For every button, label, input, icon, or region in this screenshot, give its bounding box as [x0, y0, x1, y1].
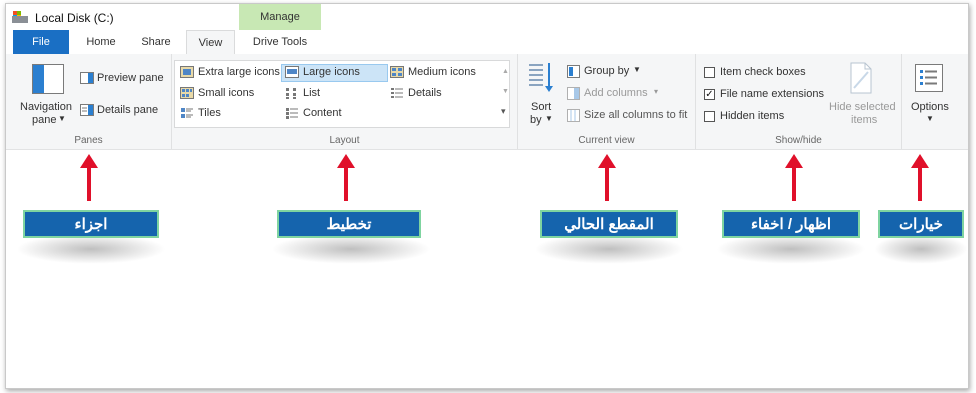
show-hide-group-label: Show/hide [775, 135, 822, 146]
arrow-shaft [605, 167, 609, 201]
arrow-shaft [918, 167, 922, 201]
size-columns-icon [567, 109, 580, 122]
chevron-down-icon: ▼ [633, 65, 641, 74]
preview-pane-icon [80, 72, 94, 84]
title-bar: Local Disk (C:) Manage [6, 4, 968, 33]
tab-file[interactable]: File [13, 30, 69, 54]
current-view-group-label: Current view [578, 135, 635, 146]
arrow-up-icon [911, 154, 929, 168]
preview-pane-label: Preview pane [97, 72, 164, 84]
tab-view[interactable]: View [186, 30, 235, 55]
large-icons-icon [285, 66, 299, 78]
navigation-pane-icon [32, 64, 64, 94]
hide-selected-icon [850, 62, 872, 94]
chevron-down-icon: ▼ [545, 114, 553, 123]
arrow-up-icon [785, 154, 803, 168]
extra-large-icons-label: Extra large icons [198, 66, 280, 78]
label-shadow [534, 234, 684, 264]
medium-icons-label: Medium icons [408, 66, 476, 78]
options-icon [915, 64, 943, 92]
gallery-expand-icon[interactable]: ▾ [501, 106, 506, 117]
arrow-up-icon [598, 154, 616, 168]
options-label: Options [911, 101, 949, 113]
sort-by-label-2: by [530, 114, 542, 126]
manage-context-header: Manage [239, 4, 321, 30]
group-by-label: Group by [584, 65, 630, 77]
panes-group: Navigation pane ▼ Preview pane Details p… [6, 54, 172, 149]
layout-gallery: Extra large icons Large icons Medium ico… [174, 60, 510, 128]
window-title: Local Disk (C:) [35, 11, 114, 25]
list-icon [286, 88, 296, 99]
layout-annotation-label: تخطيط [277, 210, 421, 238]
options-group: Options ▼ [902, 54, 968, 149]
label-shadow [874, 234, 968, 264]
hidden-items-label: Hidden items [720, 110, 785, 122]
hide-selected-label-2: items [851, 114, 878, 126]
arrow-shaft [792, 167, 796, 201]
explorer-window: Local Disk (C:) Manage File Home Share V… [5, 3, 969, 389]
item-check-boxes-checkbox[interactable] [704, 67, 715, 78]
ribbon: Navigation pane ▼ Preview pane Details p… [6, 54, 968, 150]
layout-group-label: Layout [329, 135, 360, 146]
tab-home[interactable]: Home [78, 30, 124, 54]
sort-by-label: Sort [531, 101, 552, 113]
panes-annotation-label: اجزاء [23, 210, 159, 238]
scroll-up-icon[interactable]: ▲ [502, 68, 509, 75]
small-icons-label: Small icons [198, 87, 255, 99]
details-label: Details [408, 87, 442, 99]
tiles-icon [181, 108, 193, 118]
details-icon [391, 88, 403, 98]
chevron-down-icon: ▾ [654, 87, 659, 96]
small-icons-icon [180, 87, 194, 99]
ribbon-tabs: File Home Share View Drive Tools [6, 30, 968, 55]
show-hide-group: Item check boxes ✓ File name extensions … [696, 54, 902, 149]
navigation-pane-label-2: pane [32, 114, 57, 126]
chevron-down-icon: ▼ [926, 114, 934, 123]
details-pane-label: Details pane [97, 104, 159, 116]
details-pane-icon [80, 104, 94, 116]
list-label: List [303, 87, 321, 99]
size-all-columns-label: Size all columns to fit [584, 109, 688, 121]
chevron-down-icon: ▼ [58, 114, 66, 123]
tab-drive-tools[interactable]: Drive Tools [241, 30, 319, 54]
file-name-extensions-checkbox[interactable]: ✓ [704, 89, 715, 100]
arrow-shaft [87, 167, 91, 201]
group-by-icon [567, 65, 580, 78]
current-view-group: Sort by ▼ Group by ▼ Add columns ▾ Size … [518, 54, 696, 149]
file-name-extensions-label: File name extensions [720, 88, 824, 100]
arrow-up-icon [80, 154, 98, 168]
show-hide-annotation-label: اظهار / اخفاء [722, 210, 860, 238]
drive-icon [12, 11, 28, 23]
medium-icons-icon [390, 66, 404, 78]
content-icon [286, 108, 298, 119]
tiles-label: Tiles [198, 107, 221, 119]
hidden-items-checkbox[interactable] [704, 111, 715, 122]
label-shadow [16, 234, 166, 264]
layout-group: Extra large icons Large icons Medium ico… [172, 54, 518, 149]
label-shadow [716, 234, 866, 264]
hide-selected-label: Hide selected [829, 101, 896, 113]
add-columns-icon [567, 87, 580, 100]
sort-by-icon [529, 63, 553, 92]
navigation-pane-label: Navigation [20, 101, 72, 113]
item-check-boxes-label: Item check boxes [720, 66, 806, 78]
label-shadow [271, 234, 431, 264]
large-icons-label: Large icons [303, 66, 360, 78]
arrow-shaft [344, 167, 348, 201]
tab-share[interactable]: Share [136, 30, 176, 54]
scroll-down-icon[interactable]: ▼ [502, 88, 509, 95]
options-annotation-label: خيارات [878, 210, 964, 238]
arrow-up-icon [337, 154, 355, 168]
panes-group-label: Panes [74, 135, 103, 146]
extra-large-icons-icon [180, 66, 194, 78]
current-view-annotation-label: المقطع الحالي [540, 210, 678, 238]
add-columns-label: Add columns [584, 87, 648, 99]
content-label: Content [303, 107, 342, 119]
